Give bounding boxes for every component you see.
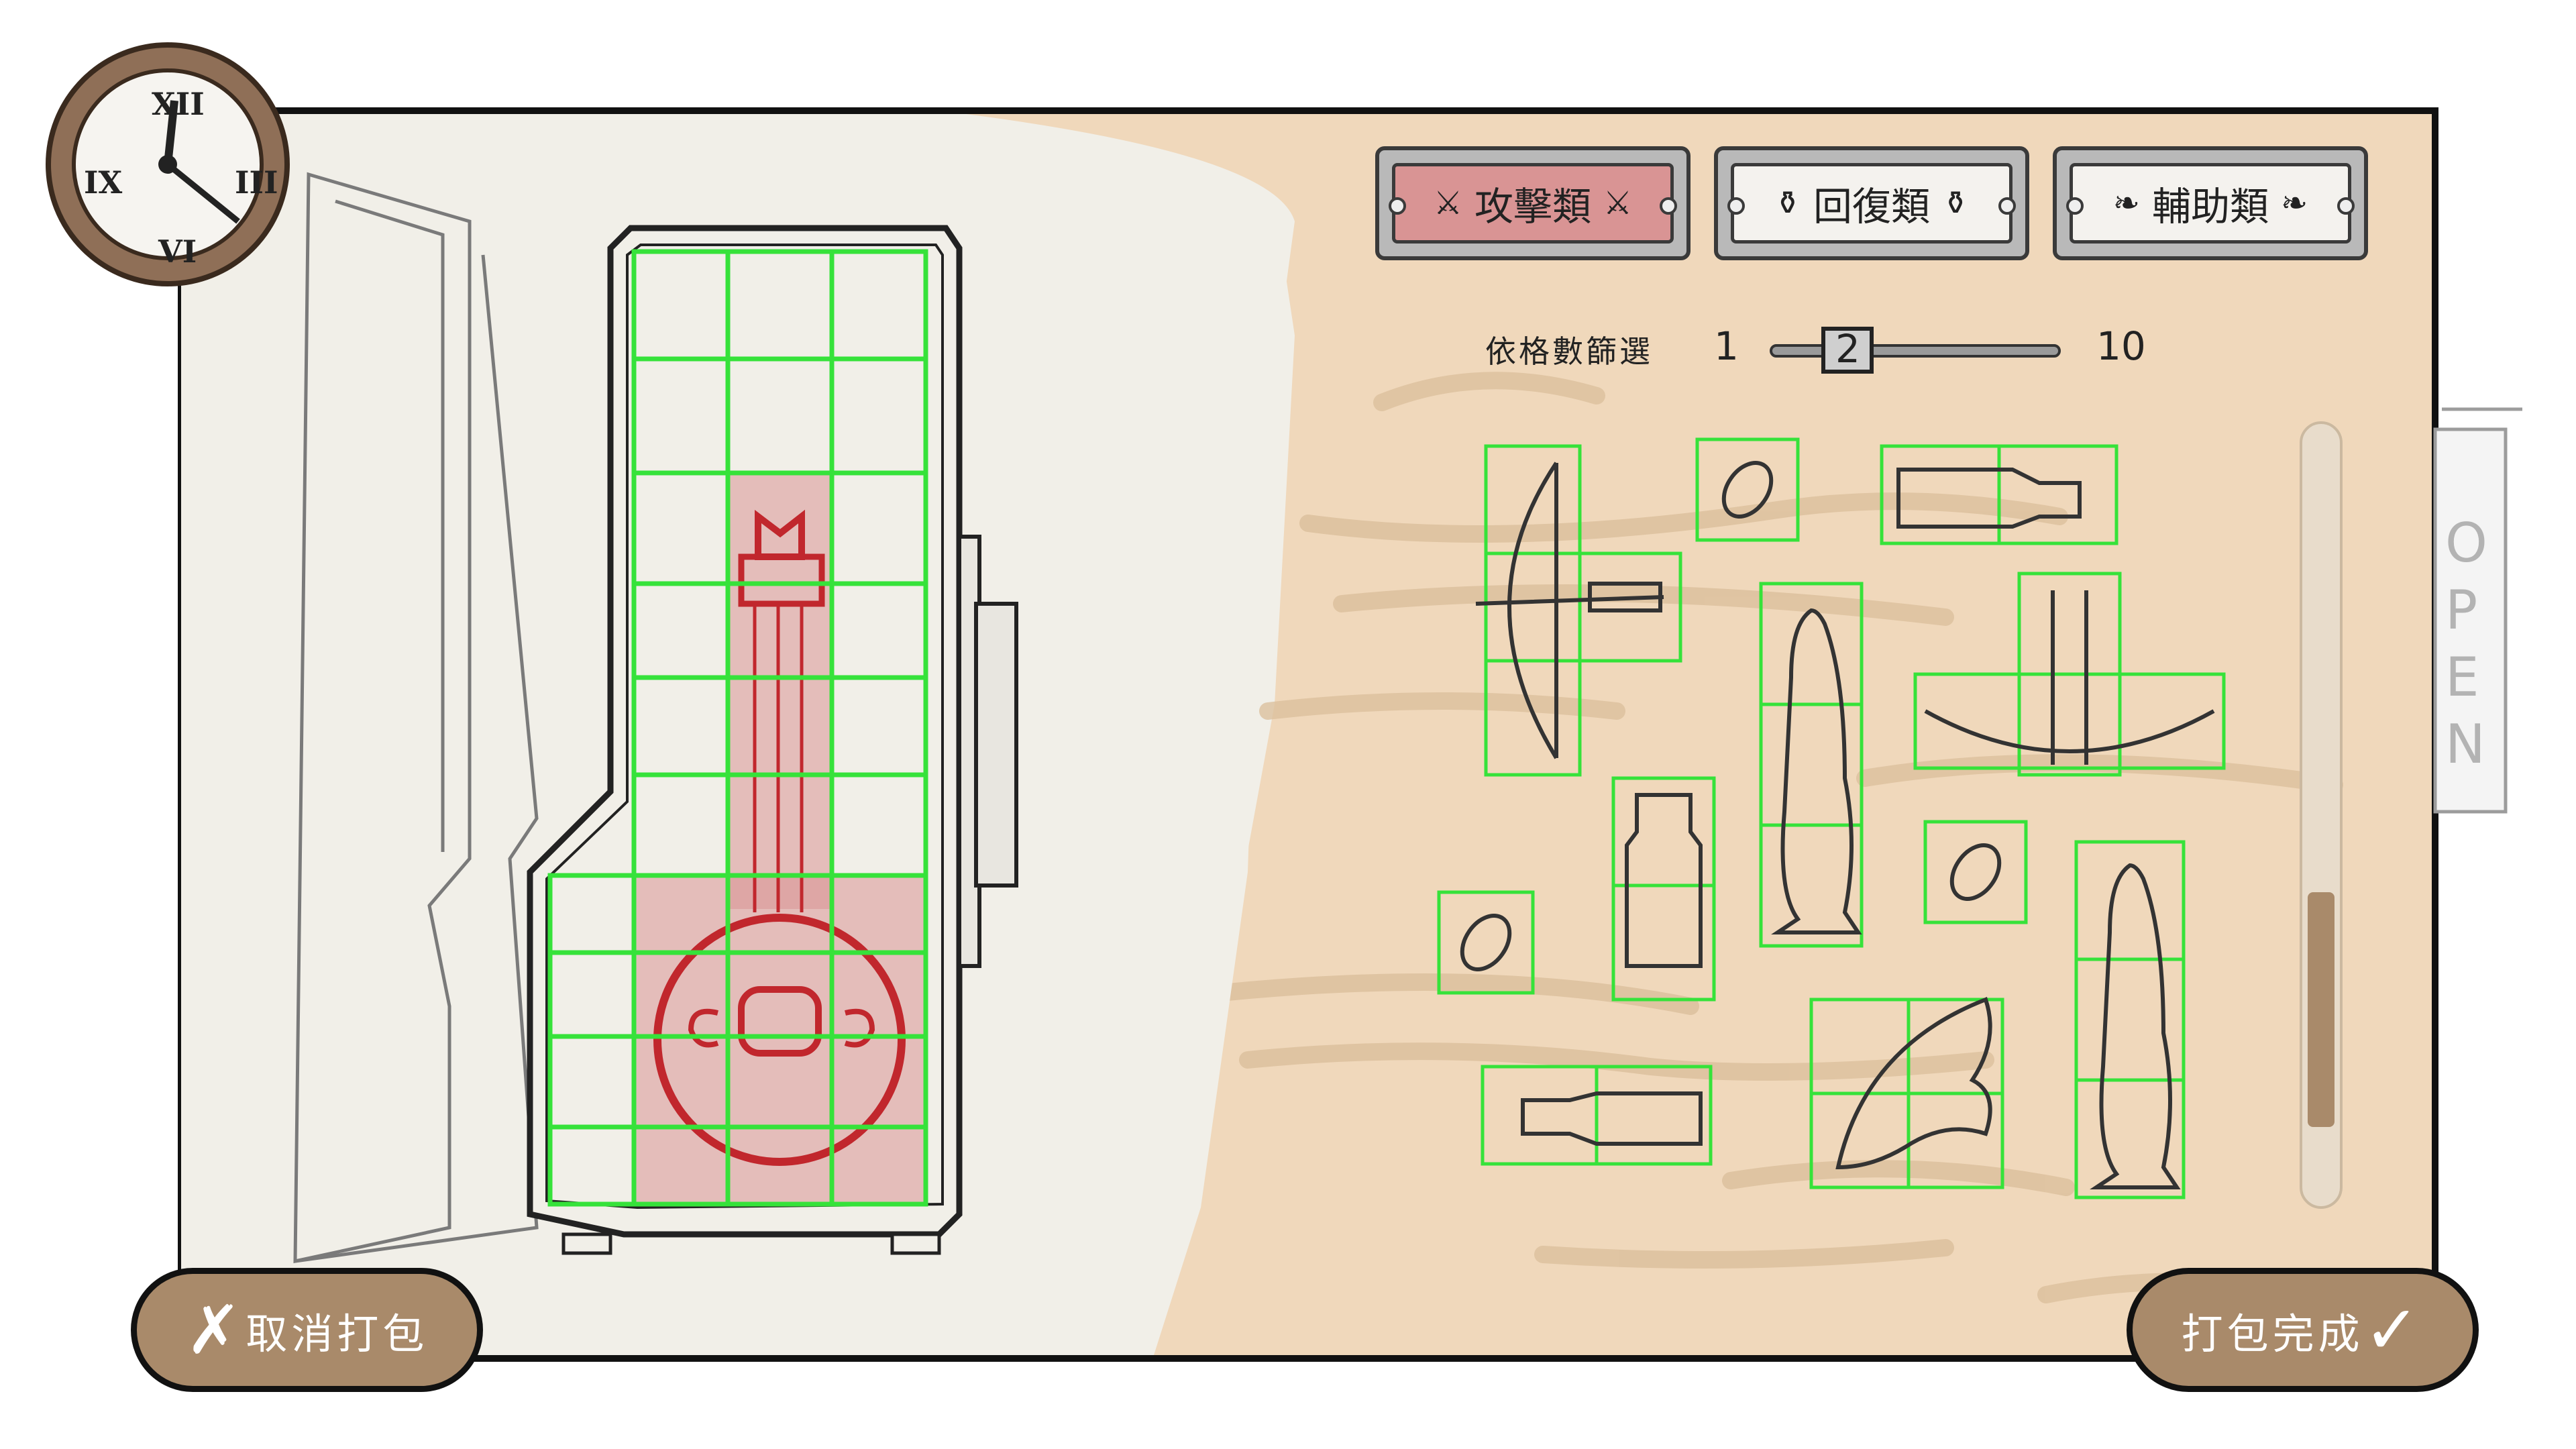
cancel-packing-button[interactable]: ✗ 取消打包	[131, 1268, 483, 1392]
filter-max: 10	[2096, 323, 2146, 369]
check-icon: ✓	[2363, 1291, 2424, 1369]
sword-icon: ⚔	[1433, 184, 1462, 222]
cancel-packing-label: 取消打包	[246, 1309, 429, 1358]
tab-recovery-label: 回復類	[1813, 184, 1930, 229]
scrollbar[interactable]	[2300, 421, 2343, 1209]
tab-attack-label: 攻擊類	[1474, 184, 1591, 229]
clock-numeral-6: VI	[158, 233, 197, 270]
finish-packing-label: 打包完成	[2181, 1309, 2364, 1358]
filter-label: 依格數篩選	[1485, 333, 1653, 370]
wing-icon: ❧	[2281, 184, 2308, 222]
filter-value[interactable]: 2	[1835, 326, 1860, 372]
clock-numeral-3: III	[235, 164, 278, 201]
finish-packing-button[interactable]: 打包完成 ✓	[2127, 1268, 2479, 1392]
cross-icon: ✗	[185, 1291, 246, 1369]
tab-support-label: 輔助類	[2151, 184, 2269, 229]
wing-icon: ❧	[2112, 184, 2140, 222]
tab-recovery[interactable]: ⚱ 回復類 ⚱	[1714, 146, 2029, 260]
clock-numeral-12: XII	[152, 86, 205, 122]
scrollbar-thumb	[2308, 892, 2334, 1127]
potion-icon: ⚱	[1942, 184, 1970, 222]
sword-icon: ⚔	[1603, 184, 1633, 222]
wall-sign-text: OPEN	[2445, 512, 2487, 775]
potion-icon: ⚱	[1774, 184, 1801, 222]
filter-min: 1	[1714, 323, 1739, 369]
tab-attack[interactable]: ⚔ 攻擊類 ⚔	[1375, 146, 1690, 260]
clock-numeral-9: IX	[84, 164, 123, 201]
tab-support[interactable]: ❧ 輔助類 ❧	[2053, 146, 2368, 260]
